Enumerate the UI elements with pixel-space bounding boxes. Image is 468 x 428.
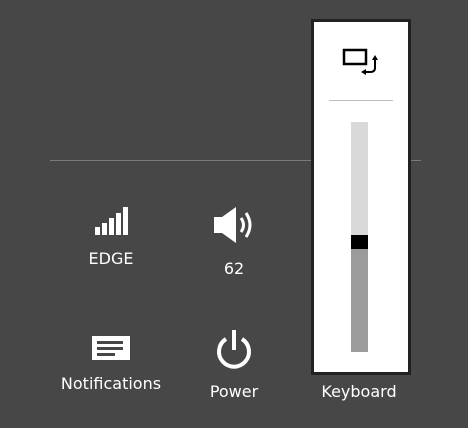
volume-tile[interactable]: 62 [174, 205, 294, 279]
volume-label: 62 [223, 259, 245, 278]
power-icon [217, 330, 251, 369]
keyboard-label: Keyboard [321, 382, 397, 401]
flyout-divider [329, 100, 393, 101]
brightness-slider-thumb[interactable] [351, 235, 368, 249]
brightness-flyout [311, 19, 411, 375]
notifications-label: Notifications [60, 374, 162, 393]
brightness-slider[interactable] [351, 122, 368, 352]
power-label: Power [209, 382, 259, 401]
notifications-tile[interactable]: Notifications [51, 330, 171, 394]
keyboard-tile[interactable]: Keyboard [299, 382, 419, 402]
signal-bars-icon [95, 207, 128, 235]
speaker-icon [214, 207, 252, 243]
network-tile[interactable]: EDGE [51, 205, 171, 269]
power-tile[interactable]: Power [174, 330, 294, 402]
message-icon [92, 336, 130, 360]
network-label: EDGE [88, 249, 134, 268]
brightness-slider-fill [351, 242, 368, 352]
settings-pane: EDGE 62 Notifications Power Keyboard [0, 0, 468, 428]
rotation-lock-icon[interactable] [342, 46, 380, 76]
